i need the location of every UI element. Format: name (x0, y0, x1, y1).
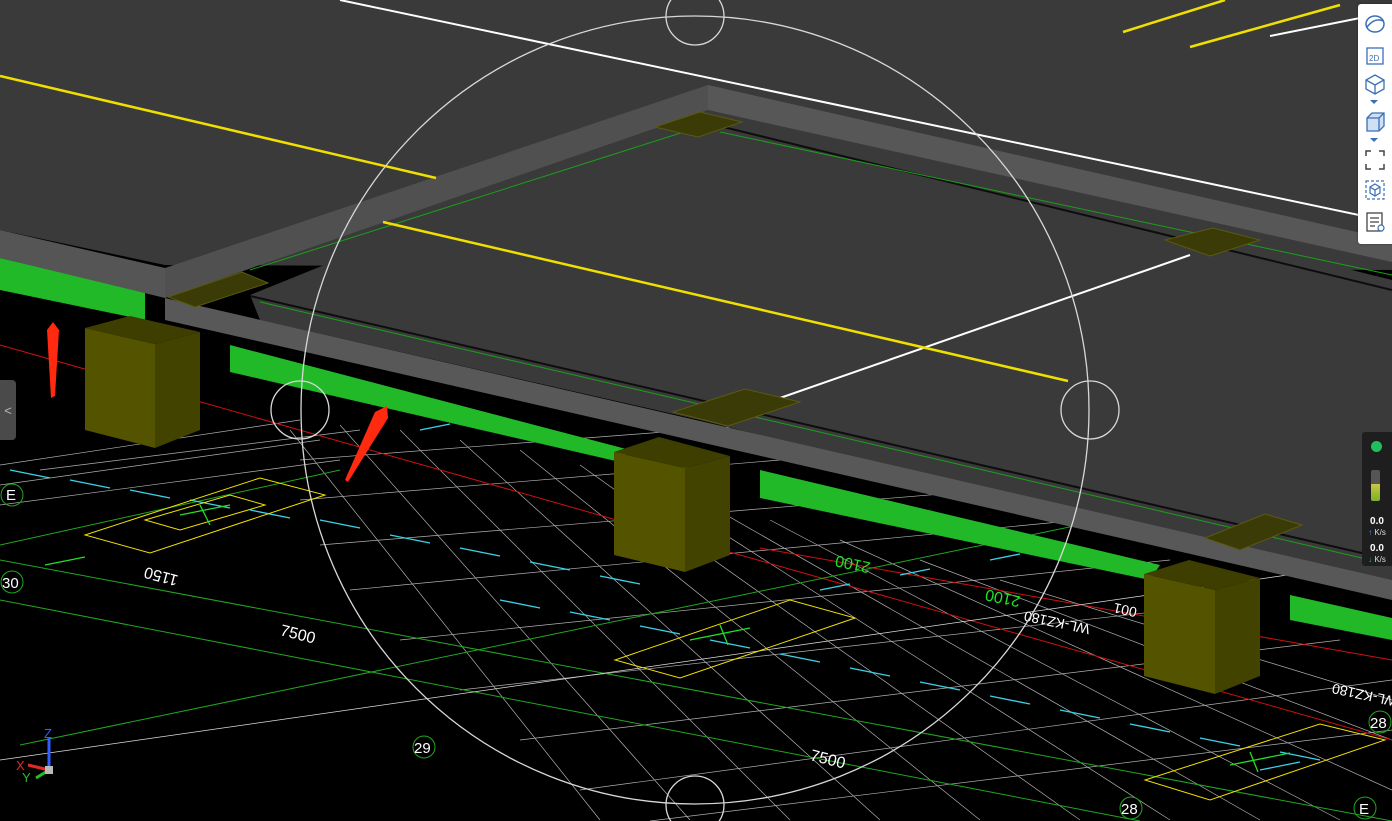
left-panel-toggle[interactable]: < (0, 380, 16, 440)
marker-arrow-1 (47, 322, 59, 398)
fit-frame-icon[interactable] (1363, 148, 1387, 172)
upload-rate-unit: K/s (1374, 528, 1386, 537)
grid-axis-label-28-bottom: 28 (1121, 801, 1138, 818)
solid-cube-dropdown-icon[interactable] (1370, 138, 1378, 142)
axis-gizmo: Z X Y (16, 726, 53, 785)
dim-label-2100-b: 2100 (984, 585, 1022, 609)
view-3d-dropdown-icon[interactable] (1370, 100, 1378, 104)
grid-axis-label-29: 29 (414, 740, 431, 757)
3d-viewport[interactable]: 1150 7500 7500 2100 2100 001 WL-KZ180 WL… (0, 0, 1392, 821)
model-scene[interactable]: 1150 7500 7500 2100 2100 001 WL-KZ180 WL… (0, 0, 1392, 821)
column-3[interactable] (1144, 560, 1260, 694)
memory-usage-fill (1371, 483, 1380, 501)
status-panel: 0.0 ↑ K/s 0.0 ↓ K/s (1362, 432, 1392, 566)
upload-rate: 0.0 ↑ K/s (1364, 516, 1390, 538)
marker-arrow-2 (345, 406, 388, 482)
download-arrow-icon: ↓ (1368, 555, 1373, 564)
gizmo-y-label: Y (22, 770, 31, 785)
download-rate-unit: K/s (1374, 555, 1386, 564)
view-2d-label: 2D (1369, 54, 1379, 63)
connection-status-indicator (1371, 441, 1382, 452)
grid-axis-label-e-right: E (1359, 801, 1369, 818)
upload-arrow-icon: ↑ (1368, 528, 1373, 537)
grid-axis-label-e-left: E (6, 487, 16, 504)
upload-rate-value: 0.0 (1370, 516, 1384, 527)
solid-cube-icon[interactable] (1363, 110, 1387, 134)
memory-usage-bar (1371, 470, 1380, 501)
dim-label-kz-2: WL-KZ180 (1330, 681, 1392, 711)
orbit-handle-bottom (665, 775, 725, 821)
grid-axis-label-30: 30 (2, 575, 19, 592)
column-1[interactable] (85, 316, 200, 448)
chevron-left-icon: < (4, 402, 12, 418)
gizmo-z-label: Z (44, 726, 52, 741)
view-3d-icon[interactable] (1363, 72, 1387, 96)
grid-axis-label-28-right: 28 (1370, 715, 1387, 732)
dim-label-001: 001 (1112, 600, 1138, 621)
view-2d-icon[interactable]: 2D (1363, 44, 1387, 68)
section-box-icon[interactable] (1363, 178, 1387, 202)
orbit-icon[interactable] (1363, 12, 1387, 36)
column-2[interactable] (614, 437, 730, 572)
dim-label-7500-a: 7500 (278, 622, 317, 647)
dim-label-1150: 1150 (142, 563, 180, 588)
properties-icon[interactable] (1363, 210, 1387, 234)
dim-label-2100-a: 2100 (834, 551, 872, 575)
dim-label-7500-b: 7500 (808, 747, 847, 772)
view-toolbar: 2D (1358, 4, 1392, 244)
download-rate-value: 0.0 (1370, 543, 1384, 554)
download-rate: 0.0 ↓ K/s (1364, 543, 1390, 565)
